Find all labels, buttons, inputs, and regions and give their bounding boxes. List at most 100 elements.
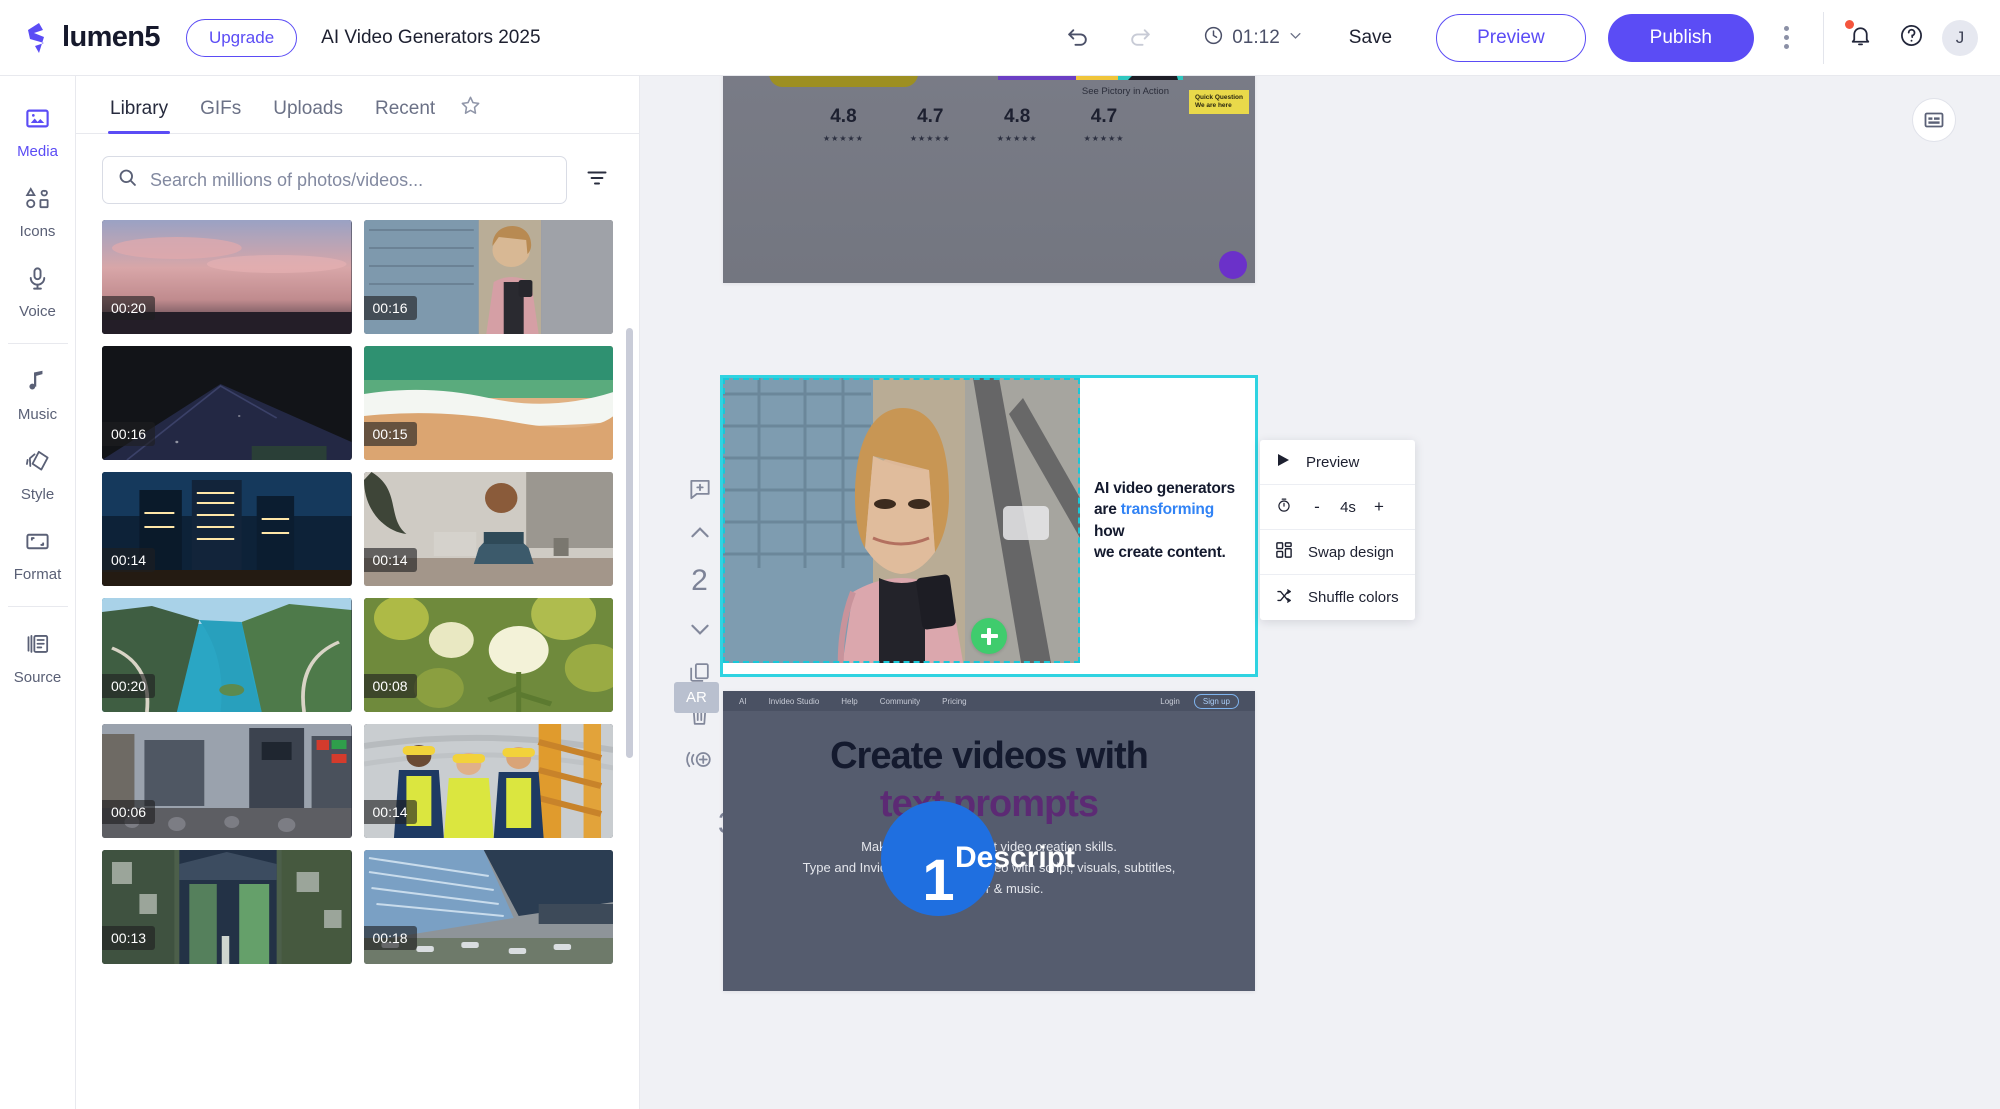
redo-icon <box>1122 19 1159 56</box>
nav-item: Pricing <box>942 696 967 706</box>
scene-3-overlay-number: 1 <box>922 848 955 913</box>
rating-item: 4.8 ★★★★★ <box>997 106 1038 146</box>
tab-recent[interactable]: Recent <box>359 98 451 133</box>
add-scene-button[interactable] <box>971 618 1007 654</box>
format-frame-icon <box>24 528 51 560</box>
kebab-menu-icon[interactable] <box>1774 20 1799 55</box>
list-item[interactable]: 00:20 <box>102 598 352 712</box>
scene-2-image[interactable] <box>723 378 1080 663</box>
duration-increase-button[interactable]: + <box>1366 497 1392 517</box>
rating-item: 4.7 ★★★★★ <box>1084 106 1125 146</box>
rating-stars: ★★★★★ <box>909 134 951 143</box>
media-duration: 00:08 <box>363 674 417 698</box>
list-item[interactable]: 00:08 <box>363 598 613 712</box>
chat-badge-line2: We are here <box>1194 101 1232 109</box>
context-menu-swap-design[interactable]: Swap design <box>1260 530 1415 575</box>
media-duration: 00:14 <box>102 548 156 572</box>
scene-1-chat-badge: Quick Question We are here <box>1188 90 1249 114</box>
avatar[interactable]: J <box>1942 19 1978 56</box>
star-icon[interactable] <box>459 94 482 133</box>
question-circle-icon[interactable] <box>1899 23 1924 53</box>
context-menu-swap-design-label: Swap design <box>1308 543 1394 561</box>
scene-3-overlay-word: Descript <box>955 841 1076 874</box>
media-grid-wrapper: 00:20 00:16 00:16 00:15 00:14 00:14 00:2… <box>76 220 639 1109</box>
aspect-ratio-chip[interactable]: AR <box>674 682 719 713</box>
scene-1-cta-button: Get Started For Free! <box>769 76 918 87</box>
nav-item: AI <box>739 696 747 706</box>
sidebar-item-label: Style <box>20 486 55 503</box>
nav-item: Invideo Studio <box>768 696 820 706</box>
sidebar-item-voice[interactable]: Voice <box>0 252 76 332</box>
list-item[interactable]: 00:14 <box>363 472 613 586</box>
list-item[interactable]: 00:20 <box>102 220 352 334</box>
list-item[interactable]: 00:18 <box>363 850 613 964</box>
list-item[interactable]: 00:13 <box>102 850 352 964</box>
scene-3-nav-right: Login Sign up <box>1160 693 1239 709</box>
scene-2-text-block[interactable]: AI video generators are transforming how… <box>1080 378 1255 663</box>
notifications-button[interactable] <box>1844 19 1877 57</box>
tab-uploads[interactable]: Uploads <box>257 98 359 133</box>
list-item[interactable]: 00:15 <box>363 346 613 460</box>
scene-2-line2-c: how <box>1094 522 1125 540</box>
tab-library[interactable]: Library <box>94 98 184 134</box>
filter-icon[interactable] <box>581 162 613 199</box>
scene-card-3[interactable]: AI Invideo Studio Help Community Pricing… <box>723 691 1255 991</box>
sidebar-item-music[interactable]: Music <box>0 355 76 435</box>
media-duration: 00:06 <box>102 800 156 824</box>
sidebar-item-format[interactable]: Format <box>0 515 76 595</box>
sidebar-item-style[interactable]: Style <box>0 435 76 515</box>
context-menu-shuffle-colors[interactable]: Shuffle colors <box>1260 575 1415 620</box>
rating-stars: ★★★★★ <box>1083 134 1125 143</box>
sidebar-item-label: Music <box>17 406 58 423</box>
scene-2-toolbar: 2 <box>686 476 713 773</box>
scene-1-thumb-art <box>998 76 1183 80</box>
duration-decrease-button[interactable]: - <box>1304 497 1330 517</box>
library-scrollbar[interactable] <box>626 328 633 758</box>
upgrade-button[interactable]: Upgrade <box>185 18 298 57</box>
search-input-wrapper[interactable] <box>102 156 567 204</box>
duration-selector[interactable]: 01:12 <box>1203 25 1303 51</box>
sidebar-item-source[interactable]: Source <box>0 618 76 698</box>
nav-item: Community <box>879 696 921 706</box>
header-divider <box>1823 11 1824 64</box>
project-title[interactable]: AI Video Generators 2025 <box>321 27 540 49</box>
media-duration: 00:16 <box>102 422 156 446</box>
list-item[interactable]: 00:16 <box>102 346 352 460</box>
context-menu-duration: - 4s + <box>1260 485 1415 530</box>
scene-card-1[interactable]: Create highly engaging videos in minutes… <box>723 76 1255 283</box>
scene-1-chat-bubble-icon <box>1219 251 1247 279</box>
tab-gifs[interactable]: GIFs <box>184 98 257 133</box>
publish-button[interactable]: Publish <box>1607 13 1754 62</box>
add-comment-icon[interactable] <box>687 476 713 502</box>
search-input[interactable] <box>150 169 552 191</box>
captions-icon[interactable] <box>1912 98 1956 142</box>
music-note-icon <box>24 368 51 400</box>
scene-1-ratings: 4.8 ★★★★★ 4.7 ★★★★★ 4.8 ★★★★★ 4.7 ★★★★★ <box>823 106 1124 146</box>
duration-value: 4s <box>1340 498 1356 516</box>
sidebar-item-media[interactable]: Media <box>0 92 76 172</box>
lumen5-logo-icon <box>22 21 56 55</box>
media-duration: 00:15 <box>363 422 417 446</box>
sidebar-item-label: Voice <box>19 303 56 320</box>
sidebar-item-icons[interactable]: Icons <box>0 172 76 252</box>
list-item[interactable]: 00:14 <box>102 472 352 586</box>
save-button[interactable]: Save <box>1349 27 1392 49</box>
list-item[interactable]: 00:14 <box>363 724 613 838</box>
list-item[interactable]: 00:06 <box>102 724 352 838</box>
rating-item: 4.8 ★★★★★ <box>823 106 864 146</box>
brand-logo[interactable]: lumen5 <box>22 21 161 55</box>
transition-icon[interactable] <box>686 746 713 773</box>
library-tabs: Library GIFs Uploads Recent <box>76 76 639 134</box>
context-menu-shuffle-colors-label: Shuffle colors <box>1308 589 1399 606</box>
undo-icon[interactable] <box>1059 19 1096 56</box>
rating-stars: ★★★★★ <box>996 134 1038 143</box>
rating-value: 4.8 <box>1003 106 1031 127</box>
preview-button[interactable]: Preview <box>1436 13 1586 62</box>
context-menu-preview[interactable]: Preview <box>1260 440 1415 485</box>
list-item[interactable]: 00:16 <box>363 220 613 334</box>
scene-3-headline-line2: text prompts <box>879 783 1099 825</box>
chevron-down-icon[interactable] <box>687 616 713 642</box>
nav-signup: Sign up <box>1193 693 1239 709</box>
brand-name: lumen5 <box>62 21 161 53</box>
chevron-up-icon[interactable] <box>687 520 713 546</box>
